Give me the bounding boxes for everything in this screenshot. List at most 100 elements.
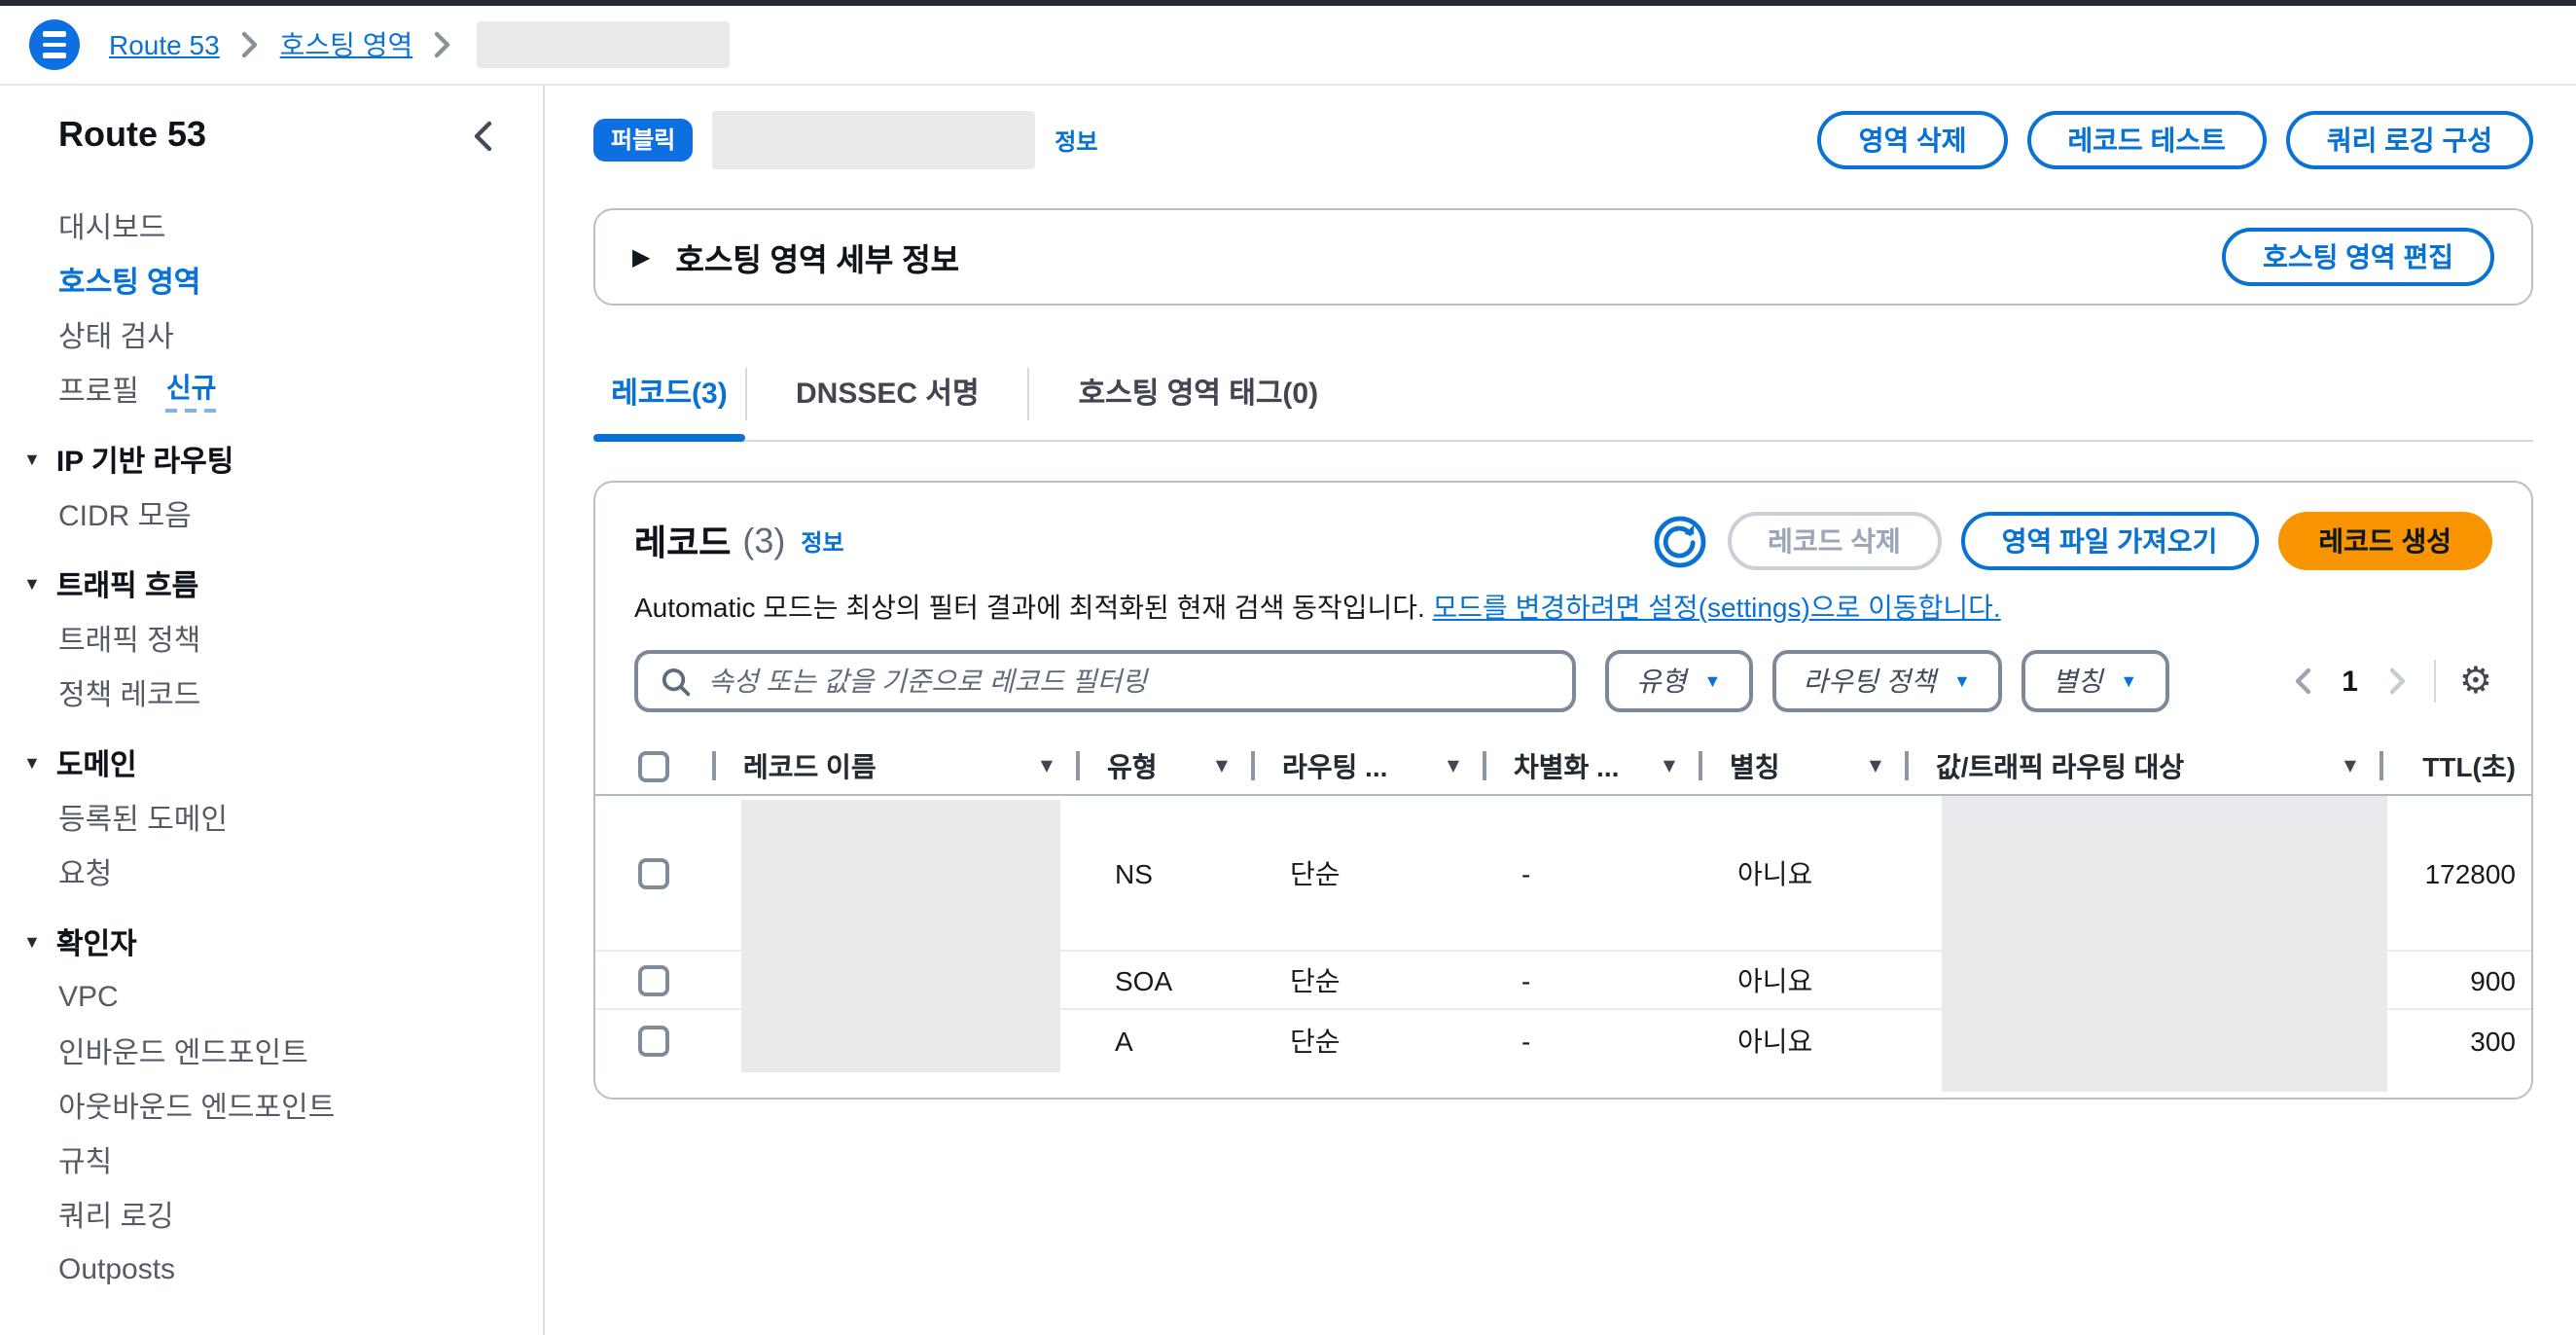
zone-name-redacted <box>712 111 1035 169</box>
import-zone-file-button[interactable]: 영역 파일 가져오기 <box>1961 512 2259 570</box>
routing-policy-filter-dropdown[interactable]: 라우팅 정책 ▼ <box>1771 650 2001 712</box>
test-record-button[interactable]: 레코드 테스트 <box>2027 111 2267 169</box>
sidebar-item-outposts[interactable]: Outposts <box>0 1242 543 1296</box>
breadcrumb: Route 53 호스팅 영역 <box>109 21 730 68</box>
sidebar-item-rules[interactable]: 규칙 <box>0 1133 543 1187</box>
sidebar-item-traffic-policies[interactable]: 트래픽 정책 <box>0 611 543 666</box>
zone-header: 퍼블릭 정보 영역 삭제 레코드 테스트 쿼리 로깅 구성 <box>593 111 2533 169</box>
refresh-icon <box>1654 515 1706 567</box>
sidebar-item-health-checks[interactable]: 상태 검사 <box>0 307 543 362</box>
records-card: 레코드 (3) 정보 레코드 삭제 영역 파일 가져오기 <box>593 481 2533 1100</box>
record-values-redacted <box>1942 796 2387 1092</box>
records-card-header: 레코드 (3) 정보 레코드 삭제 영역 파일 가져오기 <box>595 483 2531 570</box>
sidebar-item-hosted-zones[interactable]: 호스팅 영역 <box>0 253 543 307</box>
caret-down-icon: ▼ <box>23 754 41 772</box>
sidebar-collapse-icon[interactable] <box>473 121 492 152</box>
type-filter-dropdown[interactable]: 유형 ▼ <box>1605 650 1752 712</box>
delete-zone-button[interactable]: 영역 삭제 <box>1818 111 2008 169</box>
previous-page-button[interactable] <box>2289 664 2314 699</box>
tab-dnssec[interactable]: DNSSEC 서명 <box>747 352 1028 440</box>
col-routing: 라우팅 ...▼ <box>1251 738 1483 794</box>
record-filter-input[interactable] <box>708 666 1553 697</box>
select-all-cell <box>595 738 712 794</box>
routing-cell: 단순 <box>1251 960 1483 999</box>
sidebar-item-vpc[interactable]: VPC <box>0 969 543 1024</box>
sidebar-item-policy-records[interactable]: 정책 레코드 <box>0 666 543 720</box>
expand-caret-icon[interactable]: ▶ <box>632 245 650 269</box>
settings-link[interactable]: 모드를 변경하려면 설정(settings)으로 이동합니다. <box>1433 592 2001 623</box>
sort-icon[interactable]: ▼ <box>1664 758 1675 774</box>
menu-icon[interactable] <box>29 19 80 70</box>
caret-down-icon: ▼ <box>2120 672 2137 690</box>
visibility-badge: 퍼블릭 <box>593 119 693 162</box>
sort-icon[interactable]: ▼ <box>1448 758 1459 774</box>
sidebar-nav: 대시보드 호스팅 영역 상태 검사 프로필신규 ▼IP 기반 라우팅 CIDR … <box>0 198 543 1296</box>
breadcrumb-bar: Route 53 호스팅 영역 <box>0 6 2576 86</box>
row-checkbox[interactable] <box>638 1025 669 1056</box>
edit-hosted-zone-button[interactable]: 호스팅 영역 편집 <box>2222 228 2494 286</box>
records-info-link[interactable]: 정보 <box>801 524 843 558</box>
record-filter-searchbox[interactable] <box>634 650 1576 712</box>
records-description: Automatic 모드는 최상의 필터 결과에 최적화된 현재 검색 동작입니… <box>595 570 2531 627</box>
sort-icon[interactable]: ▼ <box>1216 758 1228 774</box>
create-record-button[interactable]: 레코드 생성 <box>2277 512 2492 570</box>
sidebar-item-inbound-endpoints[interactable]: 인바운드 엔드포인트 <box>0 1024 543 1078</box>
breadcrumb-zone-name-redacted <box>477 21 730 68</box>
sidebar-item-outbound-endpoints[interactable]: 아웃바운드 엔드포인트 <box>0 1078 543 1133</box>
alias-cell: 아니요 <box>1699 853 1905 892</box>
row-checkbox[interactable] <box>638 857 669 888</box>
hosted-zone-details-panel: ▶ 호스팅 영역 세부 정보 호스팅 영역 편집 <box>593 208 2533 306</box>
select-all-checkbox[interactable] <box>638 750 669 781</box>
current-page-number[interactable]: 1 <box>2342 665 2358 698</box>
sidebar-section-ip-routing[interactable]: ▼IP 기반 라우팅 <box>0 432 543 487</box>
sidebar-item-cidr-collections[interactable]: CIDR 모음 <box>0 487 543 541</box>
new-badge-link[interactable]: 신규 <box>166 367 217 412</box>
preferences-gear-icon[interactable]: ⚙ <box>2459 663 2492 700</box>
chevron-right-icon <box>2389 668 2407 695</box>
sidebar: Route 53 대시보드 호스팅 영역 상태 검사 프로필신규 ▼IP 기반 … <box>0 86 545 1335</box>
delete-record-button[interactable]: 레코드 삭제 <box>1727 512 1942 570</box>
caret-down-icon: ▼ <box>23 451 41 468</box>
records-controls: 유형 ▼ 라우팅 정책 ▼ 별칭 ▼ 1 <box>595 627 2531 712</box>
records-table-body: NS 단순 - 아니요 172800 SOA 단순 - <box>595 796 2531 1070</box>
sidebar-item-dashboard[interactable]: 대시보드 <box>0 198 543 253</box>
configure-query-logging-button[interactable]: 쿼리 로깅 구성 <box>2286 111 2533 169</box>
sidebar-section-domains[interactable]: ▼도메인 <box>0 736 543 790</box>
row-checkbox[interactable] <box>638 964 669 995</box>
search-icon <box>662 667 691 696</box>
pagination: 1 ⚙ <box>2289 660 2492 703</box>
alias-filter-dropdown[interactable]: 별칭 ▼ <box>2021 650 2168 712</box>
sort-icon[interactable]: ▼ <box>1870 758 1881 774</box>
refresh-button[interactable] <box>1653 514 1707 568</box>
record-names-redacted <box>741 800 1060 1072</box>
tab-records[interactable]: 레코드(3) <box>593 352 745 440</box>
zone-info-link[interactable]: 정보 <box>1055 124 1097 157</box>
col-value: 값/트래픽 라우팅 대상▼ <box>1905 738 2379 794</box>
sort-icon[interactable]: ▼ <box>1041 758 1053 774</box>
col-ttl: TTL(초) <box>2379 738 2531 794</box>
zone-actions: 영역 삭제 레코드 테스트 쿼리 로깅 구성 <box>1818 111 2533 169</box>
alias-cell: 아니요 <box>1699 960 1905 999</box>
tab-zone-tags[interactable]: 호스팅 영역 태그(0) <box>1030 352 1368 440</box>
chevron-right-icon <box>434 31 451 58</box>
chevron-left-icon <box>2293 668 2310 695</box>
breadcrumb-route53-link[interactable]: Route 53 <box>109 29 220 60</box>
sidebar-item-query-logging[interactable]: 쿼리 로깅 <box>0 1187 543 1242</box>
records-table: 레코드 이름▼ 유형▼ 라우팅 ...▼ 차별화 ...▼ 별칭▼ 값/트래픽 … <box>595 738 2531 1070</box>
route53-console: Route 53 호스팅 영역 Route 53 대시보드 호스팅 영역 상태 … <box>0 0 2576 1335</box>
sidebar-item-registered-domains[interactable]: 등록된 도메인 <box>0 790 543 845</box>
col-type: 유형▼ <box>1076 738 1251 794</box>
caret-down-icon: ▼ <box>23 575 41 593</box>
routing-cell: 단순 <box>1251 853 1483 892</box>
record-type-cell: A <box>1076 1025 1251 1056</box>
sidebar-item-requests[interactable]: 요청 <box>0 845 543 899</box>
next-page-button[interactable] <box>2385 664 2411 699</box>
sidebar-section-resolver[interactable]: ▼확인자 <box>0 915 543 969</box>
sidebar-item-profiles[interactable]: 프로필신규 <box>0 362 543 416</box>
records-count: (3) <box>742 521 785 561</box>
sidebar-title: Route 53 <box>58 109 543 160</box>
breadcrumb-hosted-zones-link[interactable]: 호스팅 영역 <box>280 25 413 64</box>
sort-icon[interactable]: ▼ <box>2344 758 2356 774</box>
ttl-cell: 900 <box>2379 964 2531 995</box>
sidebar-section-traffic-flow[interactable]: ▼트래픽 흐름 <box>0 557 543 611</box>
